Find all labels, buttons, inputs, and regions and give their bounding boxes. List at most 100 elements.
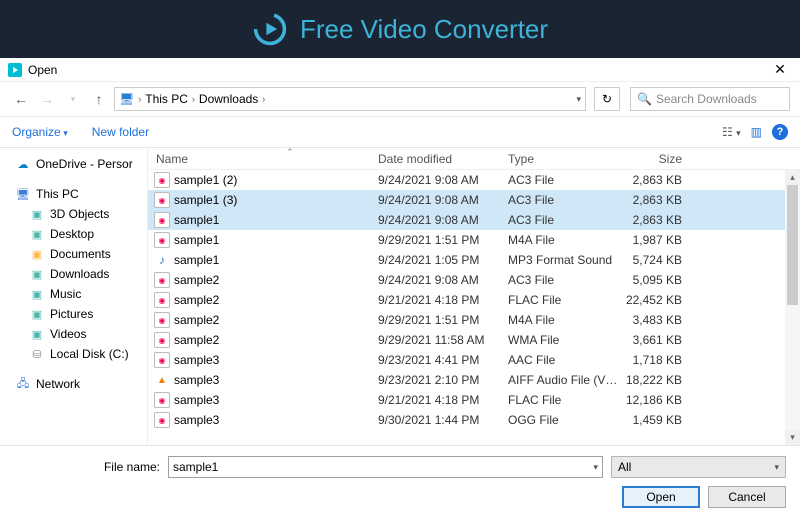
sidebar-item-documents[interactable]: ▣Documents: [0, 244, 147, 264]
crumb-downloads[interactable]: Downloads: [199, 92, 258, 106]
file-size: 1,987 KB: [618, 233, 698, 247]
file-name: sample1: [174, 253, 378, 267]
sidebar-item-local-disk-c-[interactable]: ⛁ Local Disk (C:): [0, 344, 147, 364]
file-type: WMA File: [508, 333, 618, 347]
folder-icon: ▣: [30, 267, 44, 281]
file-icon: ▲: [154, 372, 170, 388]
refresh-button[interactable]: ↻: [594, 87, 620, 111]
sidebar-item-thispc[interactable]: 🖥 This PC: [0, 184, 147, 204]
preview-pane-icon[interactable]: ▥: [751, 125, 762, 139]
col-type[interactable]: Type: [508, 152, 618, 166]
file-type: AC3 File: [508, 213, 618, 227]
col-name[interactable]: Name: [148, 152, 378, 166]
sidebar-item-music[interactable]: ▣Music: [0, 284, 147, 304]
file-date: 9/24/2021 9:08 AM: [378, 173, 508, 187]
file-icon: ◉: [154, 352, 170, 368]
chevron-down-icon: ▾: [774, 462, 779, 473]
titlebar: Open ✕: [0, 58, 800, 82]
file-row[interactable]: ◉sample39/30/2021 1:44 PMOGG File1,459 K…: [148, 410, 800, 430]
chevron-right-icon: ›: [138, 94, 141, 104]
scroll-up-icon[interactable]: ▴: [785, 170, 800, 185]
view-options-icon[interactable]: ☷ ▾: [722, 125, 741, 139]
sidebar-label: Pictures: [50, 307, 93, 321]
file-size: 18,222 KB: [618, 373, 698, 387]
file-date: 9/21/2021 4:18 PM: [378, 293, 508, 307]
address-dropdown-icon[interactable]: ▾: [576, 94, 581, 105]
toolbar: Organize New folder ☷ ▾ ▥ ?: [0, 116, 800, 148]
file-type: AC3 File: [508, 173, 618, 187]
col-size[interactable]: Size: [618, 152, 698, 166]
file-date: 9/23/2021 2:10 PM: [378, 373, 508, 387]
scroll-thumb[interactable]: [787, 185, 798, 305]
file-row[interactable]: ◉sample29/29/2021 1:51 PMM4A File3,483 K…: [148, 310, 800, 330]
file-row[interactable]: ♪sample19/24/2021 1:05 PMMP3 Format Soun…: [148, 250, 800, 270]
file-row[interactable]: ◉sample1 (2)9/24/2021 9:08 AMAC3 File2,8…: [148, 170, 800, 190]
file-type: AC3 File: [508, 273, 618, 287]
file-row[interactable]: ◉sample19/29/2021 1:51 PMM4A File1,987 K…: [148, 230, 800, 250]
organize-menu[interactable]: Organize: [12, 125, 68, 139]
file-size: 22,452 KB: [618, 293, 698, 307]
file-type: M4A File: [508, 313, 618, 327]
file-name: sample2: [174, 293, 378, 307]
sidebar-item-downloads[interactable]: ▣Downloads: [0, 264, 147, 284]
file-size: 1,718 KB: [618, 353, 698, 367]
pc-icon: 🖥: [16, 187, 30, 201]
folder-icon: ▣: [30, 307, 44, 321]
sidebar-item-pictures[interactable]: ▣ Pictures: [0, 304, 147, 324]
file-row[interactable]: ◉sample39/21/2021 4:18 PMFLAC File12,186…: [148, 390, 800, 410]
filename-input[interactable]: sample1 ▾: [168, 456, 603, 478]
col-date[interactable]: Date modified: [378, 152, 508, 166]
file-row[interactable]: ◉sample19/24/2021 9:08 AMAC3 File2,863 K…: [148, 210, 800, 230]
folder-icon: ⛁: [30, 347, 44, 361]
file-row[interactable]: ◉sample29/24/2021 9:08 AMAC3 File5,095 K…: [148, 270, 800, 290]
file-type: OGG File: [508, 413, 618, 427]
sidebar-item-3d-objects[interactable]: ▣3D Objects: [0, 204, 147, 224]
app-icon: [8, 63, 22, 77]
file-size: 12,186 KB: [618, 393, 698, 407]
nav-toolbar: ← → ▾ ↑ 🖥 › This PC › Downloads › ▾ ↻ 🔍 …: [0, 82, 800, 116]
sidebar-label: Local Disk (C:): [50, 347, 129, 361]
search-input[interactable]: 🔍 Search Downloads: [630, 87, 790, 111]
file-size: 2,863 KB: [618, 193, 698, 207]
pc-icon: 🖥: [119, 92, 134, 106]
search-placeholder: Search Downloads: [656, 92, 757, 106]
sidebar-item-desktop[interactable]: ▣Desktop: [0, 224, 147, 244]
sidebar-item-network[interactable]: 🖧 Network: [0, 374, 147, 394]
forward-button[interactable]: →: [36, 88, 58, 110]
file-row[interactable]: ◉sample29/21/2021 4:18 PMFLAC File22,452…: [148, 290, 800, 310]
open-button[interactable]: Open: [622, 486, 700, 508]
file-row[interactable]: ▲sample39/23/2021 2:10 PMAIFF Audio File…: [148, 370, 800, 390]
help-icon[interactable]: ?: [772, 124, 788, 140]
file-icon: ♪: [154, 252, 170, 268]
file-date: 9/24/2021 9:08 AM: [378, 273, 508, 287]
chevron-down-icon[interactable]: ▾: [593, 462, 598, 473]
app-title: Free Video Converter: [300, 14, 548, 45]
address-bar[interactable]: 🖥 › This PC › Downloads › ▾: [114, 87, 586, 111]
sidebar-label: Desktop: [50, 227, 94, 241]
file-row[interactable]: ◉sample1 (3)9/24/2021 9:08 AMAC3 File2,8…: [148, 190, 800, 210]
sidebar-item-videos[interactable]: ▣Videos: [0, 324, 147, 344]
close-button[interactable]: ✕: [768, 61, 792, 78]
file-row[interactable]: ◉sample29/29/2021 11:58 AMWMA File3,661 …: [148, 330, 800, 350]
file-size: 2,863 KB: [618, 213, 698, 227]
filename-value: sample1: [173, 460, 218, 474]
sidebar-item-onedrive[interactable]: ☁ OneDrive - Persor: [0, 154, 147, 174]
crumb-thispc[interactable]: This PC: [145, 92, 188, 106]
file-icon: ◉: [154, 412, 170, 428]
file-type-filter[interactable]: All ▾: [611, 456, 786, 478]
file-name: sample3: [174, 393, 378, 407]
chevron-right-icon: ›: [192, 94, 195, 104]
new-folder-button[interactable]: New folder: [92, 125, 149, 139]
back-button[interactable]: ←: [10, 88, 32, 110]
up-button[interactable]: ↑: [88, 88, 110, 110]
file-list: ⌃ Name Date modified Type Size ◉sample1 …: [148, 148, 800, 445]
scroll-down-icon[interactable]: ▾: [785, 430, 800, 445]
file-type: AAC File: [508, 353, 618, 367]
file-icon: ◉: [154, 392, 170, 408]
file-icon: ◉: [154, 312, 170, 328]
cancel-button[interactable]: Cancel: [708, 486, 786, 508]
vertical-scrollbar[interactable]: ▴ ▾: [785, 170, 800, 445]
recent-dropdown[interactable]: ▾: [62, 88, 84, 110]
file-size: 3,661 KB: [618, 333, 698, 347]
file-row[interactable]: ◉sample39/23/2021 4:41 PMAAC File1,718 K…: [148, 350, 800, 370]
